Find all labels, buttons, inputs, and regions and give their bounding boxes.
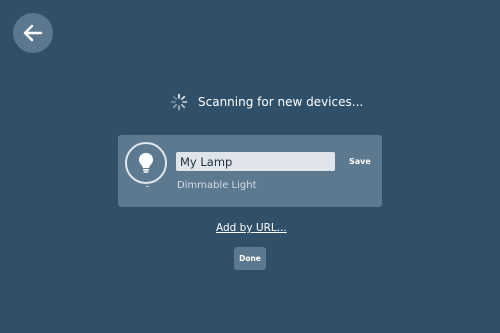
done-button-label: Done — [239, 254, 261, 263]
add-by-url-link[interactable]: Add by URL... — [216, 222, 287, 234]
device-icon-indicator — [146, 186, 149, 187]
spinner-icon — [170, 93, 188, 111]
lightbulb-icon — [139, 153, 153, 173]
done-button[interactable]: Done — [234, 247, 266, 270]
scan-status-text: Scanning for new devices... — [198, 95, 364, 109]
device-card: Save Dimmable Light — [118, 135, 382, 207]
arrow-left-icon — [23, 24, 43, 42]
back-button[interactable] — [13, 13, 53, 53]
save-button[interactable]: Save — [349, 157, 371, 166]
device-name-input[interactable] — [176, 152, 335, 171]
device-type-label: Dimmable Light — [177, 180, 257, 191]
scan-status: Scanning for new devices... — [170, 92, 363, 112]
device-icon — [125, 142, 167, 184]
